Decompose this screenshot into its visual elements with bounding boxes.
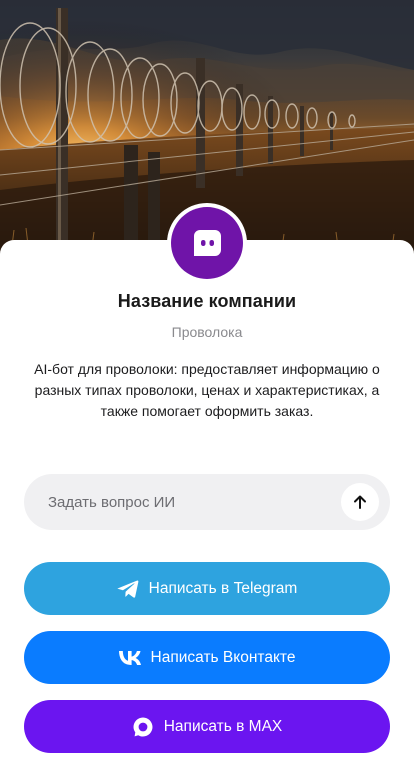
ask-ai-field xyxy=(24,474,390,530)
avatar-circle xyxy=(171,207,243,279)
max-icon xyxy=(132,716,154,738)
company-description: AI-бот для проволоки: предоставляет инфо… xyxy=(34,361,380,419)
max-button[interactable]: Написать в MAX xyxy=(24,700,390,753)
vk-button-label: Написать Вконтакте xyxy=(150,648,296,666)
company-name: Название компании xyxy=(117,291,297,311)
max-button-label: Написать в MAX xyxy=(163,717,283,735)
arrow-up-icon xyxy=(354,495,366,509)
telegram-button[interactable]: Написать в Telegram xyxy=(24,562,390,615)
page: Название компании Проволока AI-бот для п… xyxy=(0,0,414,770)
chat-bot-icon xyxy=(194,230,221,256)
telegram-icon xyxy=(117,579,139,599)
ask-ai-input[interactable] xyxy=(48,474,348,530)
send-button[interactable] xyxy=(341,483,379,521)
vk-button[interactable]: Написать Вконтакте xyxy=(24,631,390,684)
telegram-button-label: Написать в Telegram xyxy=(148,579,298,597)
company-subtitle: Проволока xyxy=(171,324,243,340)
vk-icon xyxy=(118,650,141,665)
company-avatar xyxy=(167,203,247,283)
